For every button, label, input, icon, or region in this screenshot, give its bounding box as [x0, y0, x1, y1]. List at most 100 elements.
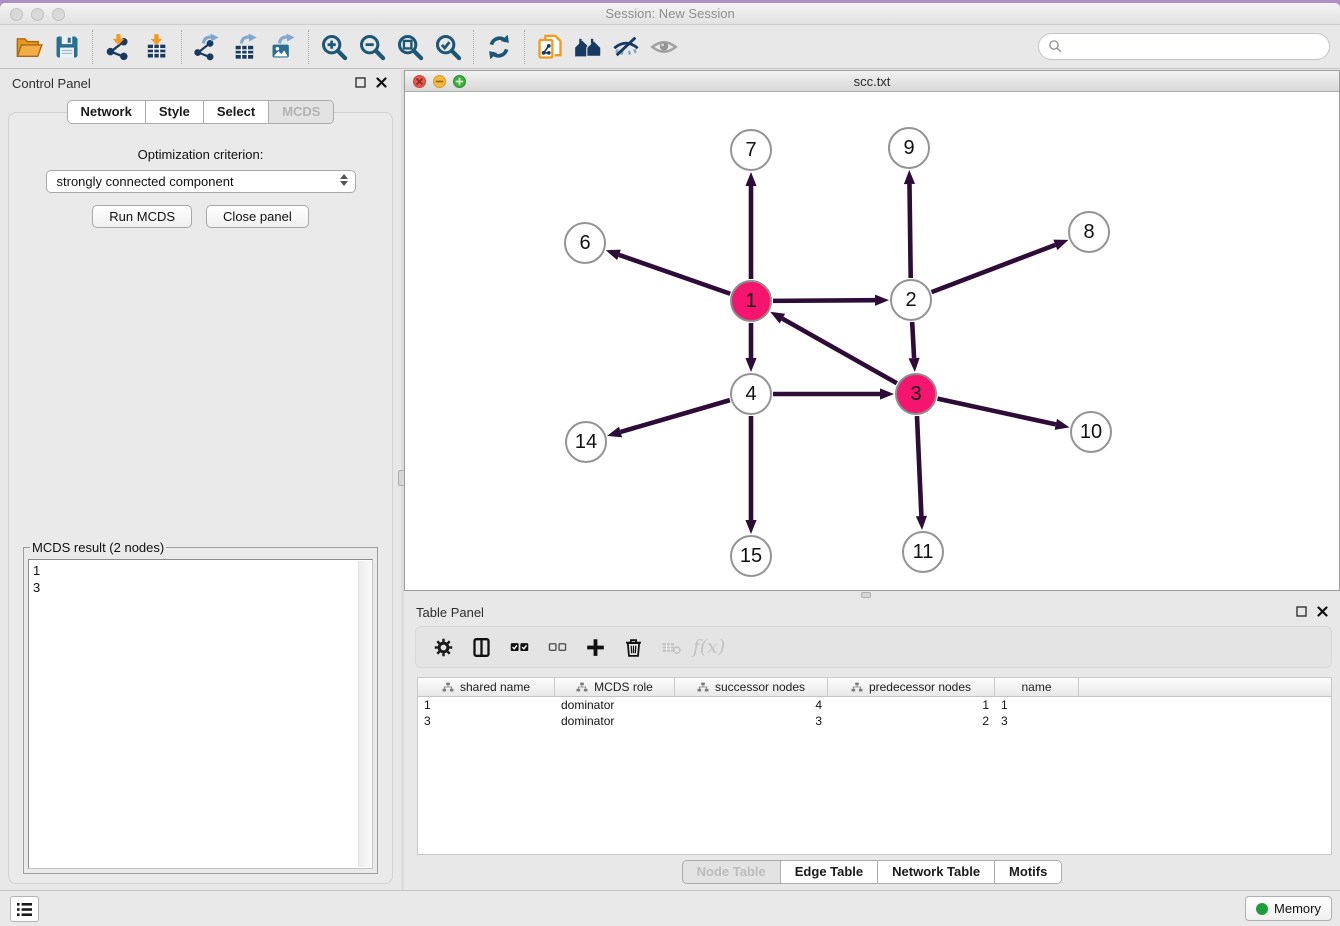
table-cell[interactable]: 2	[828, 713, 995, 729]
task-history-button[interactable]	[10, 896, 39, 922]
column-header-MCDS-role[interactable]: MCDS role	[555, 678, 675, 696]
select-all-button[interactable]	[502, 630, 536, 664]
splitter-grip[interactable]	[861, 592, 871, 598]
tab-network-table[interactable]: Network Table	[878, 860, 995, 884]
edge-3-11[interactable]	[917, 416, 921, 516]
memory-button[interactable]: Memory	[1245, 896, 1332, 921]
graph-node-1[interactable]: 1	[730, 280, 772, 322]
close-panel-icon[interactable]	[1317, 606, 1328, 617]
result-scrollbar[interactable]	[358, 561, 371, 867]
column-header-successor-nodes[interactable]: successor nodes	[675, 678, 828, 696]
toolbar-separator	[473, 30, 474, 64]
close-panel-icon[interactable]	[376, 77, 387, 88]
edge-2-8[interactable]	[932, 245, 1056, 292]
graph-node-15[interactable]: 15	[730, 535, 772, 577]
tab-edge-table[interactable]: Edge Table	[781, 860, 878, 884]
zoom-fit-button[interactable]	[391, 29, 429, 65]
tab-select[interactable]: Select	[204, 100, 269, 124]
edge-1-2[interactable]	[773, 300, 875, 301]
save-session-icon	[53, 33, 81, 61]
deselect-all-button[interactable]	[540, 630, 574, 664]
search-input[interactable]	[1063, 39, 1329, 54]
network-window-titlebar[interactable]: scc.txt	[405, 71, 1339, 92]
zoom-selected-button[interactable]	[429, 29, 467, 65]
export-network-button[interactable]	[188, 29, 226, 65]
save-session-button[interactable]	[48, 29, 86, 65]
tab-motifs[interactable]: Motifs	[995, 860, 1062, 884]
column-header-name[interactable]: name	[995, 678, 1079, 696]
edge-1-6[interactable]	[619, 255, 730, 294]
table-cell[interactable]: 1	[995, 697, 1079, 713]
duplicate-network-button[interactable]	[531, 29, 569, 65]
table-row-1[interactable]: 1dominator411	[418, 697, 1331, 713]
table-cell[interactable]: 4	[675, 697, 828, 713]
network-canvas[interactable]: 7 9 6 8 1 2 4 3 14 10 15 11	[405, 92, 1339, 590]
float-panel-icon[interactable]	[1296, 606, 1307, 617]
delete-column-icon	[623, 637, 644, 658]
control-panel-header: Control Panel	[0, 70, 401, 96]
tab-node-table[interactable]: Node Table	[682, 860, 781, 884]
column-header-shared-name[interactable]: shared name	[418, 678, 555, 696]
export-table-button[interactable]	[226, 29, 264, 65]
zoom-out-button[interactable]	[353, 29, 391, 65]
graph-node-7[interactable]: 7	[730, 129, 772, 171]
eye-slash-button[interactable]	[607, 29, 645, 65]
import-network-button[interactable]	[99, 29, 137, 65]
table-cell[interactable]: dominator	[555, 713, 675, 729]
add-column-button[interactable]	[578, 630, 612, 664]
tab-style[interactable]: Style	[146, 100, 204, 124]
toolbar-separator	[181, 30, 182, 64]
edge-4-14[interactable]	[621, 400, 730, 432]
table-cell[interactable]: 3	[675, 713, 828, 729]
graph-node-9[interactable]: 9	[888, 127, 930, 169]
zoom-in-button[interactable]	[315, 29, 353, 65]
graph-node-14[interactable]: 14	[565, 421, 607, 463]
export-image-button[interactable]	[264, 29, 302, 65]
columns-button[interactable]	[464, 630, 498, 664]
window-titlebar[interactable]: Session: New Session	[0, 3, 1340, 25]
graph-node-6[interactable]: 6	[564, 222, 606, 264]
arrowhead-icon	[1055, 419, 1070, 430]
float-panel-icon[interactable]	[355, 77, 366, 88]
search-field[interactable]	[1038, 33, 1330, 60]
graph-node-4[interactable]: 4	[730, 373, 772, 415]
tab-mcds[interactable]: MCDS	[269, 100, 334, 124]
table-cell[interactable]: 1	[828, 697, 995, 713]
table-row-2[interactable]: 3dominator323	[418, 713, 1331, 729]
horizontal-splitter[interactable]	[404, 591, 1340, 599]
edge-3-1[interactable]	[782, 319, 896, 384]
column-header-predecessor-nodes[interactable]: predecessor nodes	[828, 678, 995, 696]
run-mcds-button[interactable]: Run MCDS	[92, 205, 192, 228]
table-cell[interactable]: dominator	[555, 697, 675, 713]
mcds-panel: Optimization criterion: strongly connect…	[8, 112, 393, 884]
delete-table-button[interactable]	[654, 630, 688, 664]
table-cell[interactable]: 3	[418, 713, 555, 729]
houses-button[interactable]	[569, 29, 607, 65]
node-table: shared nameMCDS rolesuccessor nodesprede…	[417, 677, 1332, 855]
hierarchy-icon	[697, 681, 709, 693]
tab-network[interactable]: Network	[67, 100, 146, 124]
edge-2-9[interactable]	[909, 184, 910, 278]
import-table-button[interactable]	[137, 29, 175, 65]
optimization-criterion-select[interactable]: strongly connected component	[46, 170, 356, 193]
toolbar-icon-strip	[10, 29, 683, 65]
close-panel-button[interactable]: Close panel	[206, 205, 309, 228]
gear-button[interactable]	[426, 630, 460, 664]
graph-node-11[interactable]: 11	[902, 531, 944, 573]
graph-node-10[interactable]: 10	[1070, 411, 1112, 453]
refresh-view-button[interactable]	[480, 29, 518, 65]
graph-node-8[interactable]: 8	[1068, 211, 1110, 253]
open-file-button[interactable]	[10, 29, 48, 65]
edge-3-10[interactable]	[937, 399, 1055, 425]
mcds-result-text[interactable]: 13	[28, 559, 373, 869]
delete-column-button[interactable]	[616, 630, 650, 664]
edge-2-3[interactable]	[912, 322, 914, 358]
arrowhead-icon	[745, 520, 756, 534]
graph-node-3[interactable]: 3	[895, 373, 937, 415]
graph-node-2[interactable]: 2	[890, 279, 932, 321]
table-cell[interactable]: 1	[418, 697, 555, 713]
deselect-all-icon	[547, 637, 568, 658]
function-button[interactable]: f(x)	[692, 630, 726, 664]
table-cell[interactable]: 3	[995, 713, 1079, 729]
eye-button[interactable]	[645, 29, 683, 65]
